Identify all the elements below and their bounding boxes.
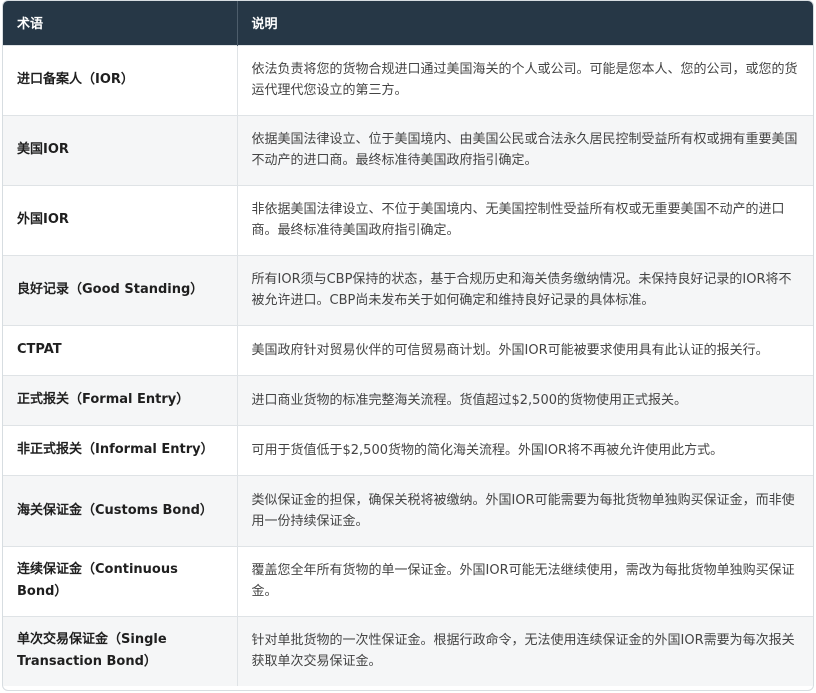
- description-cell: 非依据美国法律设立、不位于美国境内、无美国控制性受益所有权或无重要美国不动产的进…: [237, 184, 813, 255]
- table-row: 进口备案人（IOR） 依法负责将您的货物合规进口通过美国海关的个人或公司。可能是…: [3, 44, 813, 115]
- table-row: 单次交易保证金（Single Transaction Bond） 针对单批货物的…: [3, 615, 813, 686]
- description-cell: 依据美国法律设立、位于美国境内、由美国公民或合法永久居民控制受益所有权或拥有重要…: [237, 114, 813, 185]
- table-row: 连续保证金（Continuous Bond） 覆盖您全年所有货物的单一保证金。外…: [3, 545, 813, 616]
- term-cell: CTPAT: [3, 324, 238, 375]
- description-cell: 美国政府针对贸易伙伴的可信贸易商计划。外国IOR可能被要求使用具有此认证的报关行…: [237, 324, 813, 375]
- table-row: 美国IOR 依据美国法律设立、位于美国境内、由美国公民或合法永久居民控制受益所有…: [3, 114, 813, 185]
- term-cell: 单次交易保证金（Single Transaction Bond）: [3, 615, 238, 686]
- table-body: 进口备案人（IOR） 依法负责将您的货物合规进口通过美国海关的个人或公司。可能是…: [3, 44, 813, 686]
- table-row: 正式报关（Formal Entry） 进口商业货物的标准完整海关流程。货值超过$…: [3, 374, 813, 425]
- table-row: 非正式报关（Informal Entry） 可用于货值低于$2,500货物的简化…: [3, 424, 813, 475]
- description-cell: 可用于货值低于$2,500货物的简化海关流程。外国IOR将不再被允许使用此方式。: [237, 424, 813, 475]
- glossary-table-container: 术语 说明 进口备案人（IOR） 依法负责将您的货物合规进口通过美国海关的个人或…: [2, 0, 814, 691]
- glossary-table: 术语 说明 进口备案人（IOR） 依法负责将您的货物合规进口通过美国海关的个人或…: [3, 1, 813, 686]
- term-cell: 进口备案人（IOR）: [3, 44, 238, 115]
- term-cell: 美国IOR: [3, 114, 238, 185]
- description-cell: 所有IOR须与CBP保持的状态，基于合规历史和海关债务缴纳情况。未保持良好记录的…: [237, 254, 813, 325]
- description-cell: 覆盖您全年所有货物的单一保证金。外国IOR可能无法继续使用，需改为每批货物单独购…: [237, 545, 813, 616]
- description-cell: 进口商业货物的标准完整海关流程。货值超过$2,500的货物使用正式报关。: [237, 374, 813, 425]
- term-cell: 海关保证金（Customs Bond）: [3, 474, 238, 546]
- table-row: 良好记录（Good Standing） 所有IOR须与CBP保持的状态，基于合规…: [3, 254, 813, 325]
- header-term: 术语: [3, 1, 238, 45]
- term-cell: 正式报关（Formal Entry）: [3, 374, 238, 425]
- term-cell: 良好记录（Good Standing）: [3, 254, 238, 325]
- description-cell: 依法负责将您的货物合规进口通过美国海关的个人或公司。可能是您本人、您的公司，或您…: [237, 44, 813, 115]
- table-header: 术语 说明: [3, 1, 813, 45]
- description-cell: 类似保证金的担保，确保关税将被缴纳。外国IOR可能需要为每批货物单独购买保证金，…: [237, 474, 813, 546]
- header-description: 说明: [251, 17, 278, 33]
- term-cell: 外国IOR: [3, 184, 238, 255]
- table-row: CTPAT 美国政府针对贸易伙伴的可信贸易商计划。外国IOR可能被要求使用具有此…: [3, 324, 813, 375]
- header-row: 术语 说明: [3, 1, 813, 45]
- term-cell: 非正式报关（Informal Entry）: [3, 424, 238, 475]
- term-cell: 连续保证金（Continuous Bond）: [3, 545, 238, 616]
- table-row: 海关保证金（Customs Bond） 类似保证金的担保，确保关税将被缴纳。外国…: [3, 474, 813, 546]
- description-cell: 针对单批货物的一次性保证金。根据行政命令，无法使用连续保证金的外国IOR需要为每…: [237, 615, 813, 686]
- table-row: 外国IOR 非依据美国法律设立、不位于美国境内、无美国控制性受益所有权或无重要美…: [3, 184, 813, 255]
